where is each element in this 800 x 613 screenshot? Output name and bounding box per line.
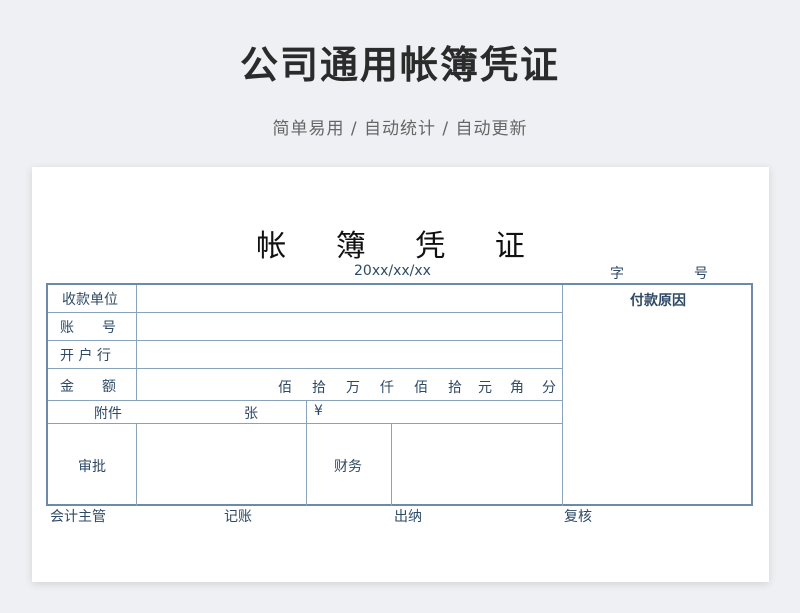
voucher-title: 帐 簿 凭 证 [256, 229, 545, 264]
unit-wan: 万 [346, 380, 360, 396]
sig-bookkeeper: 记账 [224, 509, 252, 525]
row-divider [48, 312, 562, 313]
voucher-paper: 帐 簿 凭 证 20xx/xx/xx 字 号 收款单位 账 号 开 户 行 金 … [32, 167, 769, 582]
unit-fen: 分 [542, 380, 556, 396]
amount-label: 金 额 [60, 379, 116, 395]
payment-reason-label: 付款原因 [630, 293, 686, 309]
voucher-zi-label: 字 [610, 266, 624, 282]
row-divider [48, 340, 562, 341]
sig-reviewer: 复核 [564, 509, 592, 525]
payee-label: 收款单位 [62, 292, 118, 308]
account-label: 账 号 [60, 320, 116, 336]
attachment-label: 附件 [94, 406, 122, 422]
row-divider [48, 400, 562, 401]
voucher-hao-label: 号 [694, 266, 708, 282]
voucher-table: 收款单位 账 号 开 户 行 金 额 佰 拾 万 仟 佰 拾 元 角 分 附件 … [46, 283, 753, 506]
reason-divider [562, 285, 563, 506]
finance-label: 财务 [334, 459, 362, 475]
row-divider [48, 423, 562, 424]
currency-symbol: ¥ [314, 403, 323, 419]
unit-qian: 仟 [380, 380, 394, 396]
sig-accounting-supervisor: 会计主管 [50, 509, 106, 525]
voucher-date: 20xx/xx/xx [354, 263, 431, 279]
unit-jiao: 角 [510, 380, 524, 396]
unit-yuan: 元 [478, 380, 492, 396]
sheets-label: 张 [244, 406, 258, 422]
unit-shi-2: 拾 [448, 380, 462, 396]
col-divider [136, 285, 137, 400]
col-divider [136, 423, 137, 506]
page-subtitle: 简单易用 / 自动统计 / 自动更新 [272, 119, 528, 139]
col-divider [306, 400, 307, 506]
unit-bai: 佰 [278, 380, 292, 396]
bank-label: 开 户 行 [60, 348, 111, 364]
unit-shi: 拾 [312, 380, 326, 396]
unit-bai-2: 佰 [414, 380, 428, 396]
page-title: 公司通用帐簿凭证 [239, 43, 560, 87]
sig-cashier: 出纳 [394, 509, 422, 525]
row-divider [48, 368, 562, 369]
col-divider [391, 423, 392, 506]
approval-label: 审批 [78, 459, 106, 475]
